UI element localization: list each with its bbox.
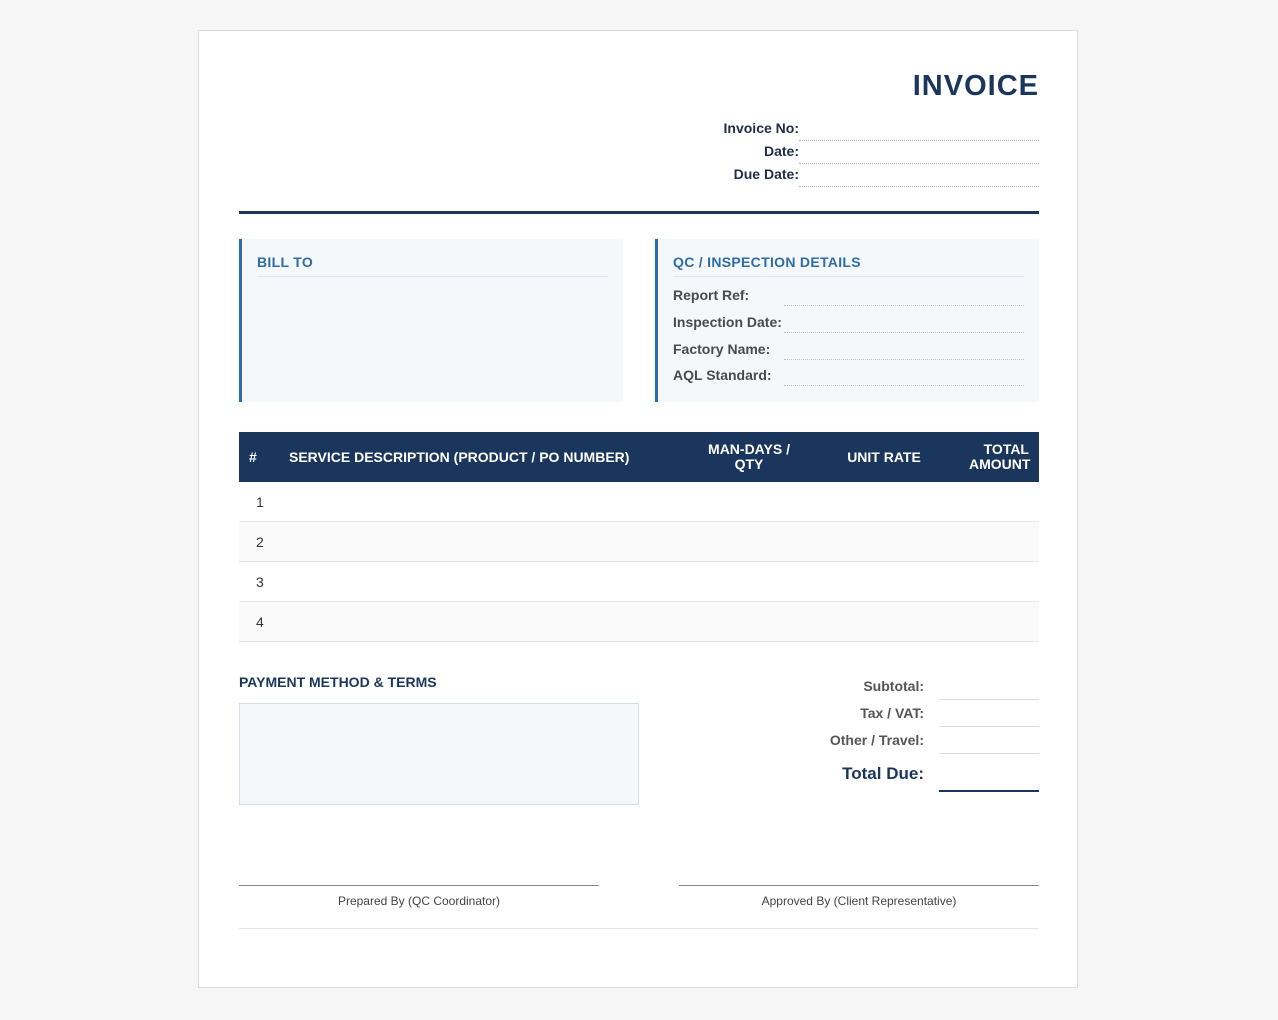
row-number: 1 (239, 482, 279, 522)
aql-standard-row: AQL Standard: (673, 367, 1024, 391)
header-divider (239, 211, 1039, 214)
table-header-row: # SERVICE DESCRIPTION (PRODUCT / PO NUMB… (239, 432, 1039, 482)
aql-standard-label: AQL Standard: (673, 367, 772, 383)
qc-details-heading: QC / INSPECTION DETAILS (673, 254, 1024, 277)
column-header-number: # (239, 432, 279, 482)
bill-to-box[interactable]: BILL TO (239, 239, 623, 402)
description-cell[interactable] (279, 601, 689, 642)
total-cell[interactable] (959, 521, 1039, 562)
other-travel-field[interactable] (939, 753, 1039, 754)
factory-name-label: Factory Name: (673, 341, 771, 357)
line-items-table: # SERVICE DESCRIPTION (PRODUCT / PO NUMB… (239, 432, 1039, 642)
qc-details-box: QC / INSPECTION DETAILS Report Ref: Insp… (655, 239, 1039, 402)
qty-cell[interactable] (689, 521, 809, 562)
inspection-date-row: Inspection Date: (673, 314, 1024, 338)
total-cell[interactable] (959, 482, 1039, 522)
due-date-row: Due Date: (719, 166, 1039, 189)
row-number: 2 (239, 521, 279, 562)
other-travel-row: Other / Travel: (739, 732, 1039, 759)
report-ref-field[interactable] (784, 305, 1024, 306)
payment-terms-heading: PAYMENT METHOD & TERMS (239, 674, 437, 690)
date-row: Date: (719, 143, 1039, 166)
invoice-no-label: Invoice No: (723, 120, 799, 136)
total-cell[interactable] (959, 561, 1039, 602)
date-label: Date: (763, 143, 799, 159)
table-row: 2 (239, 521, 1039, 562)
prepared-by-signature: Prepared By (QC Coordinator) (239, 885, 599, 908)
qty-cell[interactable] (689, 482, 809, 522)
inspection-date-field[interactable] (784, 332, 1024, 333)
due-date-field[interactable] (799, 186, 1039, 187)
subtotal-field[interactable] (939, 699, 1039, 700)
row-number: 3 (239, 561, 279, 602)
approved-by-signature: Approved By (Client Representative) (679, 885, 1039, 908)
description-cell[interactable] (279, 561, 689, 602)
other-travel-label: Other / Travel: (829, 732, 924, 748)
description-cell[interactable] (279, 482, 689, 522)
total-due-field[interactable] (939, 790, 1039, 792)
table-row: 3 (239, 561, 1039, 602)
column-header-total: TOTAL AMOUNT (959, 432, 1039, 482)
total-due-label: Total Due: (842, 764, 924, 783)
due-date-label: Due Date: (733, 166, 799, 182)
approved-by-line[interactable] (679, 885, 1039, 886)
unit-rate-cell[interactable] (809, 561, 959, 602)
column-header-qty: MAN-DAYS / QTY (689, 432, 809, 482)
aql-standard-field[interactable] (784, 385, 1024, 386)
table-row: 1 (239, 482, 1039, 522)
unit-rate-cell[interactable] (809, 482, 959, 522)
prepared-by-line[interactable] (239, 885, 599, 886)
tax-label: Tax / VAT: (860, 705, 924, 721)
subtotal-label: Subtotal: (863, 678, 924, 694)
report-ref-label: Report Ref: (673, 287, 750, 303)
qty-cell[interactable] (689, 601, 809, 642)
description-cell[interactable] (279, 521, 689, 562)
bill-to-heading: BILL TO (257, 254, 608, 277)
payment-terms-box[interactable] (239, 703, 639, 805)
total-due-row: Total Due: (739, 764, 1039, 792)
factory-name-field[interactable] (784, 359, 1024, 360)
invoice-page: INVOICE Invoice No: Date: Due Date: BILL… (198, 30, 1078, 988)
invoice-title: INVOICE (912, 70, 1039, 102)
subtotal-row: Subtotal: (739, 678, 1039, 705)
qty-cell[interactable] (689, 561, 809, 602)
unit-rate-cell[interactable] (809, 601, 959, 642)
report-ref-row: Report Ref: (673, 287, 1024, 311)
approved-by-label: Approved By (Client Representative) (761, 894, 957, 908)
invoice-no-row: Invoice No: (719, 120, 1039, 143)
table-row: 4 (239, 601, 1039, 642)
column-header-description: SERVICE DESCRIPTION (PRODUCT / PO NUMBER… (279, 432, 689, 482)
date-field[interactable] (799, 163, 1039, 164)
prepared-by-label: Prepared By (QC Coordinator) (337, 894, 501, 908)
factory-name-row: Factory Name: (673, 341, 1024, 365)
tax-row: Tax / VAT: (739, 705, 1039, 732)
tax-field[interactable] (939, 726, 1039, 727)
inspection-date-label: Inspection Date: (673, 314, 782, 330)
invoice-no-field[interactable] (799, 140, 1039, 141)
total-cell[interactable] (959, 601, 1039, 642)
row-number: 4 (239, 601, 279, 642)
column-header-unit-rate: UNIT RATE (809, 432, 959, 482)
unit-rate-cell[interactable] (809, 521, 959, 562)
footer-divider (239, 928, 1039, 929)
